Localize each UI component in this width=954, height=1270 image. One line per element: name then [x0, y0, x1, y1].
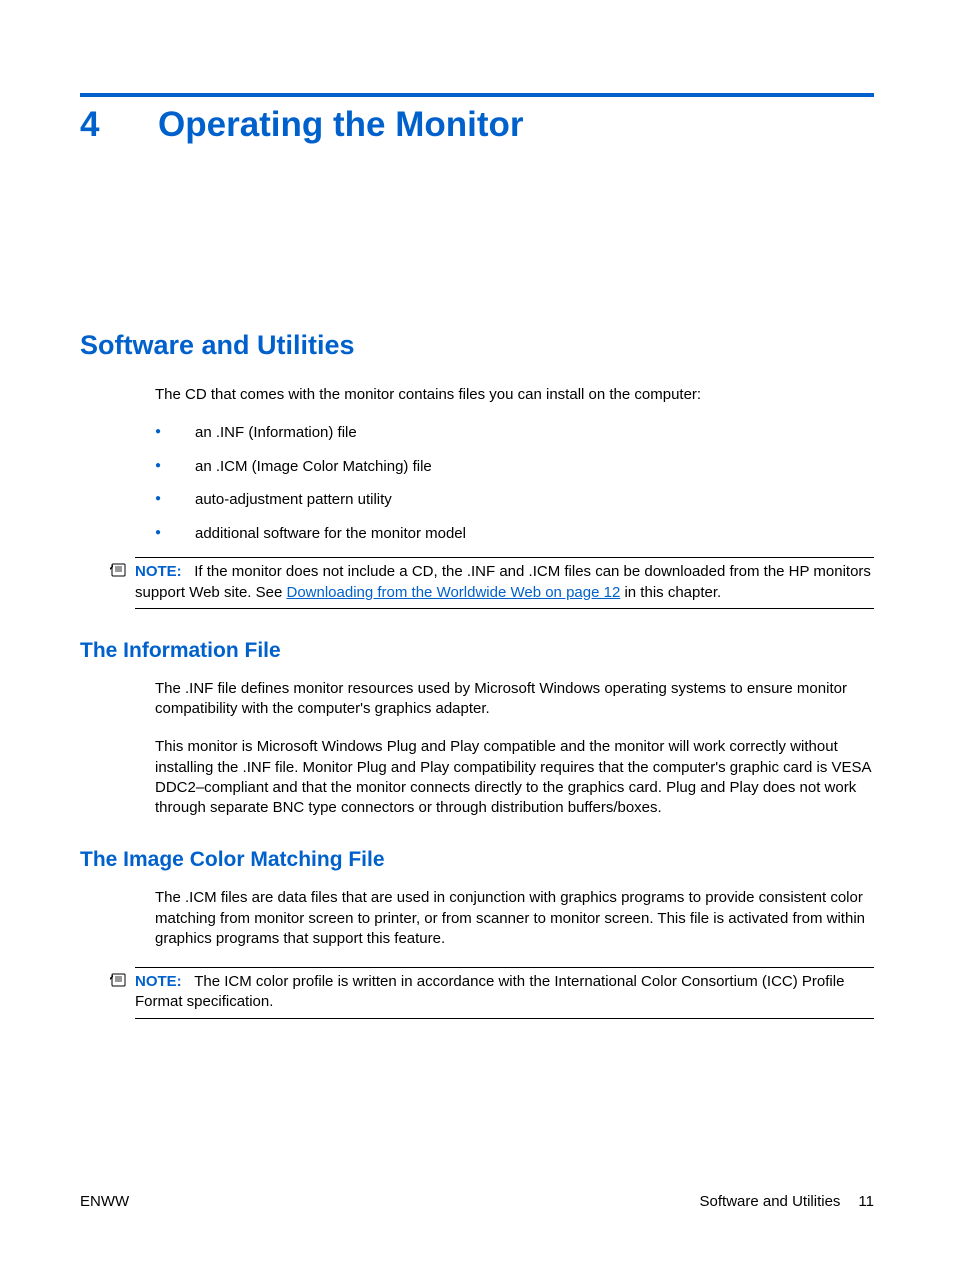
section-intro: The CD that comes with the monitor conta… [155, 385, 874, 405]
note-label: NOTE: [135, 973, 182, 990]
list-item: auto-adjustment pattern utility [155, 490, 874, 510]
chapter-number: 4 [80, 105, 158, 145]
note-icon [109, 972, 129, 988]
note-content: NOTE: The ICM color profile is written i… [135, 967, 874, 1019]
chapter-title: Operating the Monitor [158, 105, 524, 144]
footer-left: ENWW [80, 1193, 129, 1210]
footer-page-number: 11 [858, 1193, 874, 1210]
note-content: NOTE: If the monitor does not include a … [135, 557, 874, 609]
bullet-list: an .INF (Information) file an .ICM (Imag… [155, 423, 874, 543]
info-file-p2: This monitor is Microsoft Windows Plug a… [155, 737, 874, 818]
note-text: The ICM color profile is written in acco… [135, 973, 844, 1010]
chapter-heading: 4Operating the Monitor [80, 105, 874, 145]
subsection-heading-icm-file: The Image Color Matching File [80, 848, 874, 872]
section-heading-software-utilities: Software and Utilities [80, 330, 874, 361]
note-icon [109, 562, 129, 578]
icm-file-p1: The .ICM files are data files that are u… [155, 888, 874, 949]
note-link[interactable]: Downloading from the Worldwide Web on pa… [286, 584, 620, 601]
page-footer: ENWW Software and Utilities 11 [80, 1193, 874, 1210]
subsection-heading-information-file: The Information File [80, 639, 874, 663]
chapter-rule [80, 93, 874, 97]
note-block: NOTE: If the monitor does not include a … [135, 557, 874, 609]
list-item: additional software for the monitor mode… [155, 524, 874, 544]
list-item: an .INF (Information) file [155, 423, 874, 443]
list-item: an .ICM (Image Color Matching) file [155, 457, 874, 477]
note-text-after: in this chapter. [620, 584, 721, 601]
footer-right-label: Software and Utilities [700, 1193, 841, 1210]
note-label: NOTE: [135, 563, 182, 580]
note-block: NOTE: The ICM color profile is written i… [135, 967, 874, 1019]
info-file-p1: The .INF file defines monitor resources … [155, 679, 874, 720]
